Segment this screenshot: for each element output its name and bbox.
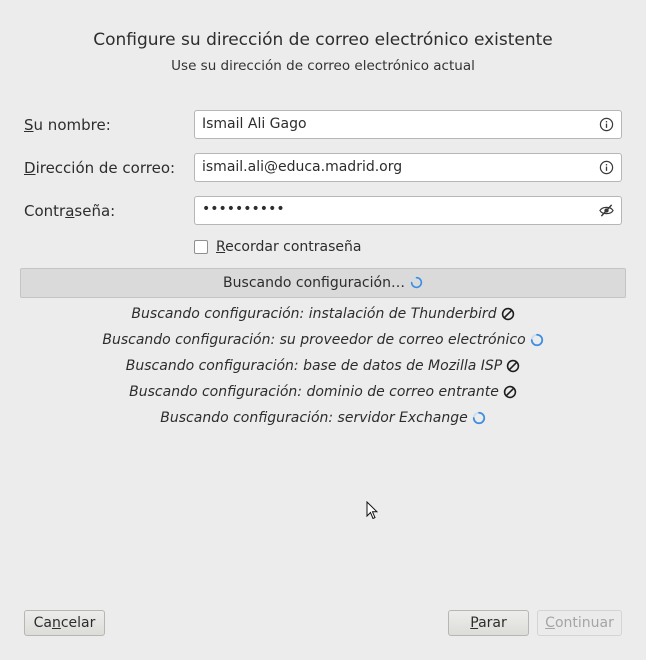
result-mozilla-isp: Buscando configuración: base de datos de… [0,357,646,383]
spinner-icon [472,411,485,425]
dialog-subtitle: Use su dirección de correo electrónico a… [171,58,475,74]
result-provider: Buscando configuración: su proveedor de … [0,331,646,357]
mouse-cursor-icon [366,501,378,520]
remember-password-checkbox[interactable] [194,240,208,254]
result-exchange: Buscando configuración: servidor Exchang… [0,409,646,435]
email-value: ismail.ali@educa.madrid.org [202,159,403,175]
config-status-bar: Buscando configuración… [20,268,626,298]
info-icon[interactable] [599,160,614,175]
blocked-icon [501,307,514,321]
dialog-title: Configure su dirección de correo electró… [93,30,553,50]
name-value: Ismail Ali Gago [202,116,307,132]
blocked-icon [507,359,520,373]
password-field[interactable]: •••••••••• [194,196,622,225]
spinner-icon [530,333,543,347]
spinner-icon [410,276,423,289]
name-field[interactable]: Ismail Ali Gago [194,110,622,139]
email-label: Dirección de correo: [24,159,176,177]
info-icon[interactable] [599,117,614,132]
blocked-icon [503,385,517,399]
eye-slash-icon[interactable] [599,203,614,218]
result-incoming-domain: Buscando configuración: dominio de corre… [0,383,646,409]
password-label: Contraseña: [24,202,116,220]
email-field[interactable]: ismail.ali@educa.madrid.org [194,153,622,182]
continue-button[interactable]: Continuar [537,610,622,636]
result-thunderbird: Buscando configuración: instalación de T… [0,305,646,331]
remember-password-label[interactable]: Recordar contraseña [216,239,362,255]
config-results-list: Buscando configuración: instalación de T… [0,305,646,435]
name-label: Su nombre: [24,116,111,134]
cancel-button[interactable]: Cancelar [24,610,105,636]
password-value: •••••••••• [202,201,285,217]
stop-button[interactable]: Parar [448,610,529,636]
status-text: Buscando configuración… [223,275,405,291]
